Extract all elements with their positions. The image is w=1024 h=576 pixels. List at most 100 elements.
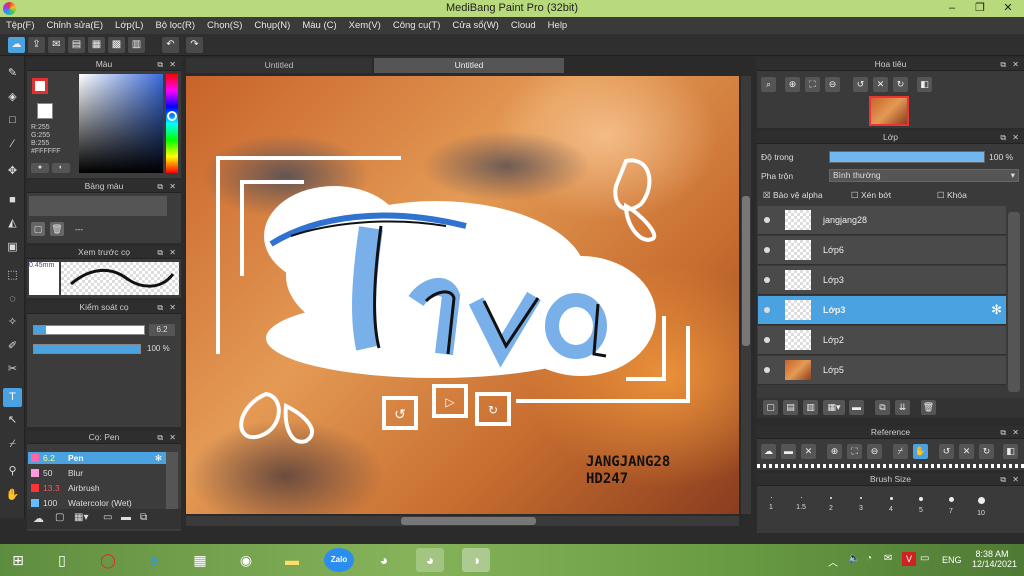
layer-visibility-icon[interactable] <box>764 367 770 373</box>
menu-file[interactable]: Tệp(F) <box>0 17 41 34</box>
menu-select[interactable]: Chọn(S) <box>201 17 248 34</box>
eraser-tool-icon[interactable]: ◈ <box>3 88 22 107</box>
gradient-tool-icon[interactable]: ▣ <box>3 238 22 257</box>
merge-layer-icon[interactable]: ⇊ <box>895 400 910 415</box>
tray-up-icon[interactable]: ︿ <box>828 554 838 569</box>
bucket-tool-icon[interactable]: ◭ <box>3 214 22 233</box>
brush-size-option[interactable]: 4 <box>877 497 905 513</box>
new-layer-1bit-icon[interactable]: ▥ <box>803 400 818 415</box>
grid-icon[interactable]: ▥ <box>128 37 145 53</box>
opera-icon[interactable]: ◯ <box>94 548 122 572</box>
layer-row[interactable]: Lớp3 <box>758 266 1006 295</box>
internet-explorer-icon[interactable]: e <box>140 548 168 572</box>
layer-visibility-icon[interactable] <box>764 247 770 253</box>
comment-icon[interactable]: ✉ <box>48 37 65 53</box>
minimize-button[interactable]: – <box>938 0 966 17</box>
rect-tool-icon[interactable]: □ <box>3 111 22 130</box>
brush-copy-icon[interactable]: ⧉ <box>140 512 147 523</box>
menu-cloud[interactable]: Cloud <box>505 17 542 34</box>
brush-list-scrollbar[interactable] <box>166 452 178 512</box>
text-tool-icon[interactable]: T <box>3 388 22 407</box>
restore-button[interactable]: ❐ <box>966 0 994 17</box>
undo-icon[interactable]: ↶ <box>162 37 179 53</box>
volume-icon[interactable]: 🔈 <box>848 553 860 564</box>
brush-size-value[interactable]: 6.2 <box>149 324 175 336</box>
layer-row[interactable]: Lớp2 <box>758 326 1006 355</box>
ref-open-icon[interactable]: ▬ <box>781 444 796 459</box>
layer-list-scrollbar[interactable] <box>1008 212 1020 392</box>
add-layer-menu-icon[interactable]: ▦▾ <box>823 400 845 415</box>
pen-tool-icon[interactable]: ⁄ <box>3 135 22 154</box>
select-eraser-icon[interactable]: ✂ <box>3 360 22 379</box>
protect-alpha-checkbox[interactable]: ☒ <box>763 190 771 200</box>
add-brush-cloud-icon[interactable]: ☁ <box>33 512 44 525</box>
ref-fit-icon[interactable]: ⛶ <box>847 444 862 459</box>
ref-close-icon[interactable]: ✕ <box>801 444 816 459</box>
brush-item-airbrush[interactable]: 13.3 Airbrush <box>28 482 166 494</box>
hue-handle[interactable] <box>167 111 177 121</box>
ref-zoom-out-icon[interactable]: ⊖ <box>867 444 882 459</box>
brush-item-watercolor[interactable]: 100 Watercolor (Wet) <box>28 497 166 509</box>
background-color-swatch[interactable] <box>37 103 53 119</box>
brush-size-option[interactable]: 10 <box>967 497 995 517</box>
tray-app-icon[interactable]: ✉ <box>884 553 892 564</box>
blend-mode-select[interactable]: Bình thường ▾ <box>829 169 1019 182</box>
ref-rotate-right-icon[interactable]: ↻ <box>979 444 994 459</box>
windows-start-icon[interactable]: ⊞ <box>4 548 32 572</box>
nav-flip-icon[interactable]: ◧ <box>917 77 932 92</box>
canvas-horizontal-scrollbar[interactable] <box>186 516 739 526</box>
select-pen-icon[interactable]: ✐ <box>3 337 22 356</box>
menu-color[interactable]: Màu (C) <box>296 17 342 34</box>
layer-row[interactable]: jangjang28 <box>758 206 1006 235</box>
menu-edit[interactable]: Chỉnh sửa(E) <box>41 17 110 34</box>
medibang-taskbar-icon[interactable]: ◑ <box>462 548 490 572</box>
pages-icon[interactable]: ▩ <box>108 37 125 53</box>
battery-icon[interactable]: ▭ <box>920 553 929 564</box>
layer-row[interactable]: Lớp6 <box>758 236 1006 265</box>
brush-size-option[interactable]: 7 <box>937 497 965 515</box>
network-icon[interactable]: ◔ <box>866 553 872 564</box>
brush-size-option[interactable]: 2 <box>817 497 845 512</box>
chat-icon[interactable]: ▤ <box>68 37 85 53</box>
menu-view[interactable]: Xem(V) <box>343 17 387 34</box>
store-icon[interactable]: ▦ <box>186 548 214 572</box>
brush-size-option[interactable]: 1 <box>757 497 785 511</box>
ref-cloud-icon[interactable]: ☁ <box>761 444 776 459</box>
palette-area[interactable] <box>29 196 167 216</box>
canvas-vertical-scrollbar[interactable] <box>741 76 751 514</box>
new-layer-8bit-icon[interactable]: ▤ <box>783 400 798 415</box>
brush-size-option[interactable]: 5 <box>907 497 935 514</box>
new-palette-icon[interactable]: ▢ <box>31 222 45 236</box>
nav-rotate-left-icon[interactable]: ↺ <box>853 77 868 92</box>
brush-item-pen[interactable]: 6.2 Pen ✻ <box>28 452 166 464</box>
layer-row-active[interactable]: Lớp3 ✻ <box>758 296 1006 325</box>
ref-hand-icon[interactable]: ✋ <box>913 444 928 459</box>
navigator-thumbnail[interactable] <box>869 96 909 126</box>
nav-zoom-out-icon[interactable]: ⊖ <box>825 77 840 92</box>
layer-visibility-icon[interactable] <box>764 277 770 283</box>
language-indicator[interactable]: ENG <box>942 555 962 565</box>
menu-layer[interactable]: Lớp(L) <box>109 17 149 34</box>
move-tool-icon[interactable]: ✥ <box>3 162 22 181</box>
zalo-icon[interactable]: Zalo <box>324 548 354 572</box>
nav-reset-icon[interactable]: ✕ <box>873 77 888 92</box>
coccoc-icon[interactable]: ◉ <box>232 548 260 572</box>
duplicate-layer-icon[interactable]: ⧉ <box>875 400 890 415</box>
layer-visibility-icon[interactable] <box>764 217 770 223</box>
ref-eyedropper-icon[interactable]: ⌿ <box>893 444 908 459</box>
artwork-canvas[interactable]: ↺ ▷ ↻ JANGJANG28 HD247 <box>186 76 739 514</box>
cloud-icon[interactable]: ☁ <box>8 37 25 53</box>
brush-add-menu-icon[interactable]: ▦▾ <box>74 512 88 523</box>
menu-tools[interactable]: Công cụ(T) <box>387 17 447 34</box>
redo-icon[interactable]: ↷ <box>186 37 203 53</box>
brush-edit-icon[interactable]: ▭ <box>103 512 112 523</box>
layer-opacity-slider[interactable] <box>829 151 985 163</box>
brush-item-blur[interactable]: 50 Blur <box>28 467 166 479</box>
layer-settings-gear-icon[interactable]: ✻ <box>991 302 1002 318</box>
lasso-tool-icon[interactable]: ◌ <box>3 290 22 309</box>
page-icon[interactable]: ▦ <box>88 37 105 53</box>
share-icon[interactable]: ⇪ <box>28 37 45 53</box>
ref-zoom-in-icon[interactable]: ⊕ <box>827 444 842 459</box>
nav-fit-icon[interactable]: ⛶ <box>805 77 820 92</box>
foreground-color-swatch[interactable] <box>32 78 48 94</box>
